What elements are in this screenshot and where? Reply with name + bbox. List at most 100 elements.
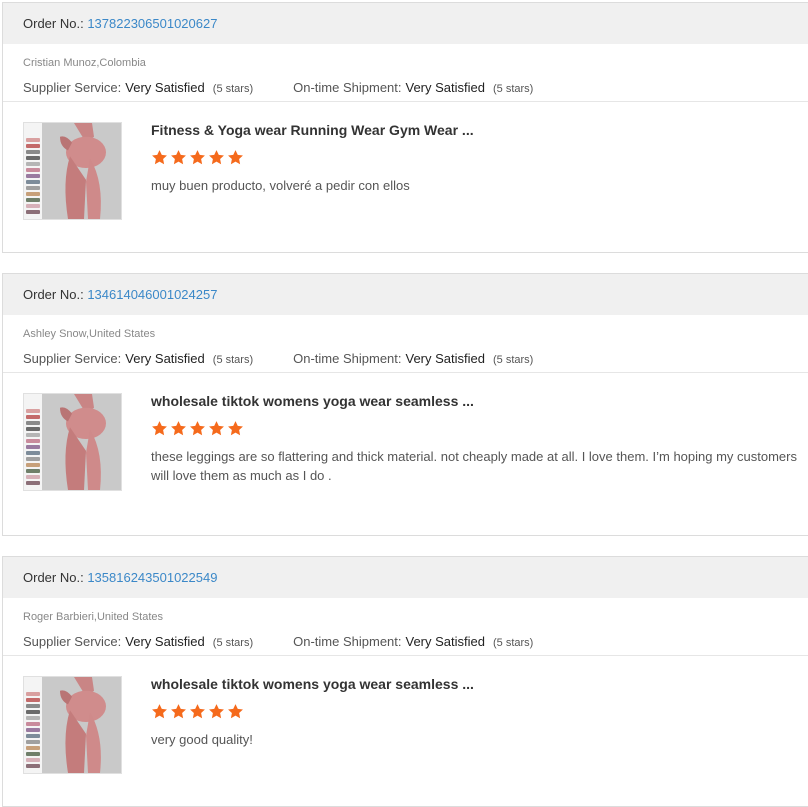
order-label: Order No.: [23, 570, 84, 585]
star-icon [190, 150, 205, 165]
color-swatch [26, 716, 40, 720]
color-swatch [26, 469, 40, 473]
color-swatch [26, 704, 40, 708]
color-swatch [26, 156, 40, 160]
color-swatch [26, 734, 40, 738]
shipment-value: Very Satisfied [405, 634, 486, 649]
color-swatch [26, 475, 40, 479]
color-swatch [26, 409, 40, 413]
product-title[interactable]: wholesale tiktok womens yoga wear seamle… [151, 674, 788, 694]
color-swatch [26, 433, 40, 437]
review-star-rating [151, 420, 788, 438]
shipment-value: Very Satisfied [405, 351, 486, 366]
order-header: Order No.: 134614046001024257 [3, 274, 808, 315]
supplier-service-value: Very Satisfied [125, 351, 205, 366]
order-number-link[interactable]: 137822306501020627 [87, 16, 217, 31]
product-thumbnail[interactable] [23, 122, 122, 220]
color-swatch [26, 698, 40, 702]
order-label: Order No.: [23, 287, 84, 302]
product-thumbnail[interactable] [23, 393, 122, 491]
color-swatch [26, 168, 40, 172]
shipment-label: On-time Shipment: [293, 351, 402, 366]
product-thumbnail[interactable] [23, 676, 122, 774]
order-number-link[interactable]: 134614046001024257 [87, 287, 217, 302]
supplier-service-label: Supplier Service: [23, 80, 122, 95]
product-info: Fitness & Yoga wear Running Wear Gym Wea… [151, 120, 788, 195]
color-swatch [26, 692, 40, 696]
color-swatch [26, 174, 40, 178]
color-swatch [26, 764, 40, 768]
color-swatch [26, 740, 40, 744]
review-star-rating [151, 149, 788, 167]
supplier-service-label: Supplier Service: [23, 634, 122, 649]
product-info: wholesale tiktok womens yoga wear seamle… [151, 391, 797, 485]
color-swatch [26, 728, 40, 732]
shipment-stars: (5 stars) [493, 83, 534, 95]
supplier-service-rating: Supplier Service: Very Satisfied (5 star… [23, 633, 253, 652]
supplier-service-rating: Supplier Service: Very Satisfied (5 star… [23, 79, 253, 98]
color-swatch-strip [24, 677, 42, 773]
review-star-rating [151, 703, 788, 721]
star-icon [209, 150, 224, 165]
color-swatch [26, 204, 40, 208]
supplier-service-stars: (5 stars) [212, 354, 254, 366]
star-icon [171, 704, 186, 719]
shipment-label: On-time Shipment: [293, 634, 402, 649]
product-block: Fitness & Yoga wear Running Wear Gym Wea… [3, 102, 808, 220]
star-icon [152, 421, 167, 436]
review-text: very good quality! [151, 732, 253, 747]
product-title[interactable]: wholesale tiktok womens yoga wear seamle… [151, 391, 788, 411]
product-block: wholesale tiktok womens yoga wear seamle… [3, 373, 808, 491]
supplier-service-value: Very Satisfied [125, 634, 205, 649]
star-icon [228, 421, 243, 436]
buyer-block: Roger Barbieri,United States Supplier Se… [3, 598, 808, 656]
color-swatch-strip [24, 394, 42, 490]
supplier-service-value: Very Satisfied [125, 80, 205, 95]
shipment-label: On-time Shipment: [293, 80, 402, 95]
color-swatch [26, 722, 40, 726]
star-icon [152, 150, 167, 165]
shipment-rating: On-time Shipment: Very Satisfied (5 star… [293, 350, 533, 369]
color-swatch [26, 150, 40, 154]
color-swatch [26, 144, 40, 148]
star-icon [228, 704, 243, 719]
color-swatch [26, 198, 40, 202]
color-swatch [26, 192, 40, 196]
color-swatch [26, 451, 40, 455]
shipment-stars: (5 stars) [493, 354, 534, 366]
color-swatch [26, 758, 40, 762]
color-swatch [26, 162, 40, 166]
product-title[interactable]: Fitness & Yoga wear Running Wear Gym Wea… [151, 120, 788, 140]
product-photo [42, 677, 121, 773]
star-icon [190, 704, 205, 719]
review-text: these leggings are so flattering and thi… [151, 449, 797, 483]
color-swatch [26, 421, 40, 425]
color-swatch [26, 439, 40, 443]
order-number-link[interactable]: 135816243501022549 [87, 570, 217, 585]
shipment-rating: On-time Shipment: Very Satisfied (5 star… [293, 79, 533, 98]
buyer-block: Cristian Munoz,Colombia Supplier Service… [3, 44, 808, 102]
buyer-name: Roger Barbieri,United States [23, 611, 164, 623]
shipment-value: Very Satisfied [405, 80, 486, 95]
color-swatch [26, 415, 40, 419]
color-swatch [26, 746, 40, 750]
ratings-row: Supplier Service: Very Satisfied (5 star… [23, 633, 788, 652]
review-card: Order No.: 137822306501020627 Cristian M… [2, 2, 808, 253]
review-card: Order No.: 134614046001024257 Ashley Sno… [2, 273, 808, 536]
supplier-service-rating: Supplier Service: Very Satisfied (5 star… [23, 350, 253, 369]
shipment-stars: (5 stars) [493, 637, 534, 649]
buyer-name: Cristian Munoz,Colombia [23, 57, 146, 69]
color-swatch [26, 463, 40, 467]
color-swatch [26, 427, 40, 431]
supplier-service-stars: (5 stars) [212, 637, 254, 649]
color-swatch [26, 752, 40, 756]
review-card: Order No.: 135816243501022549 Roger Barb… [2, 556, 808, 807]
ratings-row: Supplier Service: Very Satisfied (5 star… [23, 79, 788, 98]
star-icon [171, 421, 186, 436]
color-swatch [26, 481, 40, 485]
product-photo [42, 123, 121, 219]
product-photo [42, 394, 121, 490]
shipment-rating: On-time Shipment: Very Satisfied (5 star… [293, 633, 533, 652]
color-swatch [26, 186, 40, 190]
star-icon [228, 150, 243, 165]
